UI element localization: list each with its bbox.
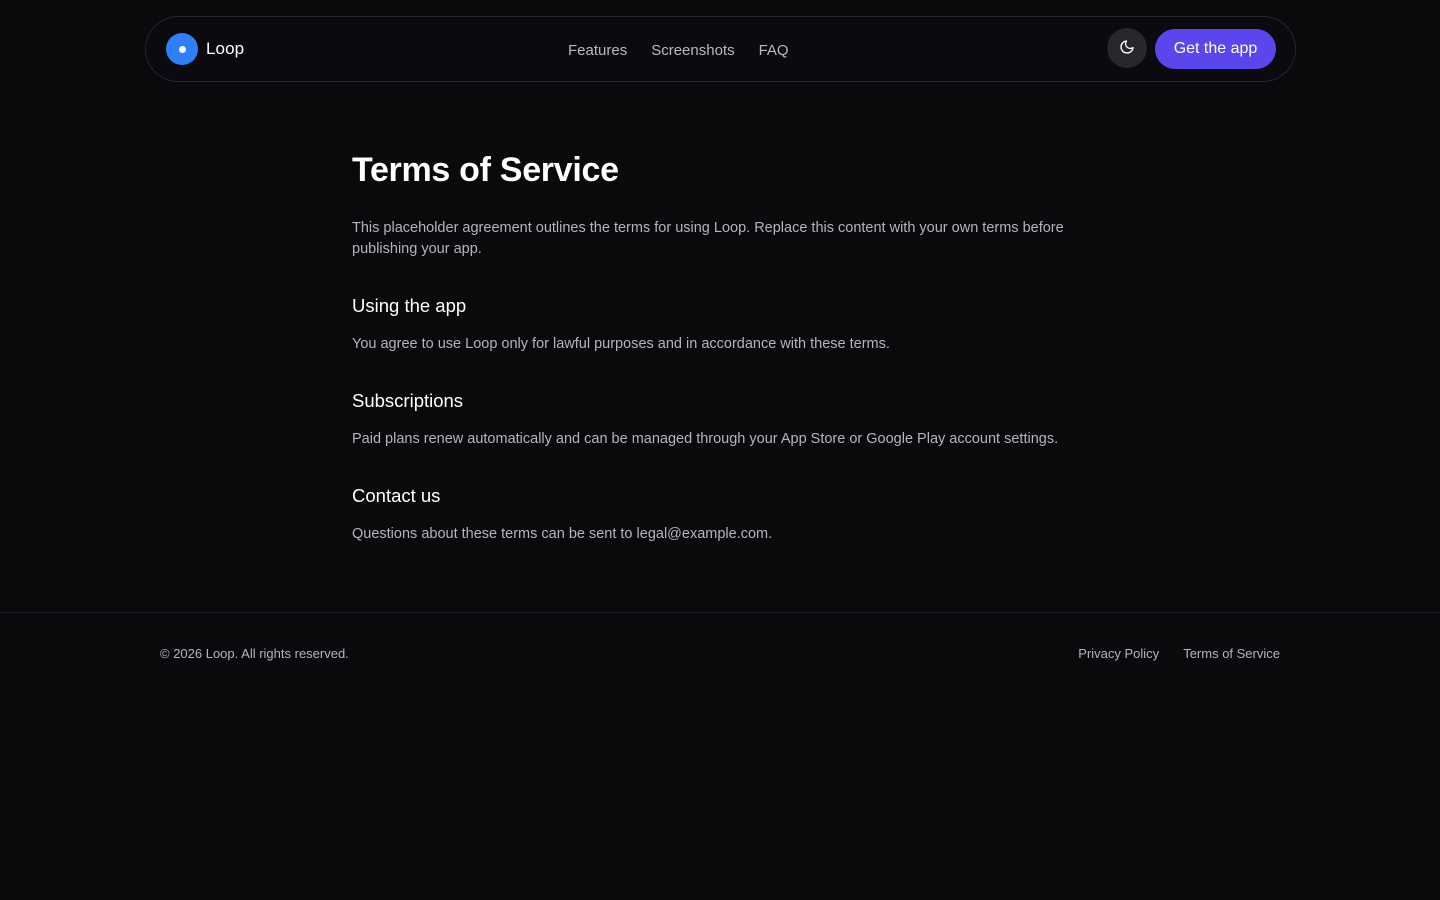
section-using-the-app: Using the app You agree to use Loop only… (352, 294, 1092, 355)
brand-home-link[interactable]: Loop (166, 33, 244, 65)
intro-paragraph: This placeholder agreement outlines the … (352, 220, 1064, 257)
page-title: Terms of Service (352, 151, 619, 189)
section-heading: Using the app (352, 295, 467, 316)
primary-nav: Features Screenshots FAQ (568, 17, 789, 83)
footer-link-privacy-policy[interactable]: Privacy Policy (1078, 646, 1159, 661)
section-heading: Subscriptions (352, 390, 464, 411)
nav-link-faq[interactable]: FAQ (759, 42, 789, 59)
copyright-text: © 2026 Loop. All rights reserved. (160, 646, 349, 661)
nav-link-screenshots[interactable]: Screenshots (651, 42, 734, 59)
section-contact-us: Contact us Questions about these terms c… (352, 484, 1092, 545)
footer-links: Privacy Policy Terms of Service (1078, 646, 1280, 661)
get-the-app-button[interactable]: Get the app (1155, 29, 1276, 69)
theme-toggle-button[interactable] (1107, 28, 1147, 68)
loop-logo-icon (166, 33, 198, 65)
site-footer: © 2026 Loop. All rights reserved. Privac… (0, 612, 1440, 696)
section-body: Questions about these terms can be sent … (352, 526, 773, 542)
top-navbar: Loop Features Screenshots FAQ Get the ap… (145, 16, 1296, 82)
logo-dot (178, 45, 186, 53)
section-heading: Contact us (352, 485, 441, 506)
brand-name: Loop (206, 39, 245, 58)
nav-link-features[interactable]: Features (568, 42, 627, 59)
footer-link-terms-of-service[interactable]: Terms of Service (1183, 646, 1280, 661)
section-body: You agree to use Loop only for lawful pu… (352, 336, 890, 352)
moon-icon (1119, 39, 1135, 58)
section-subscriptions: Subscriptions Paid plans renew automatic… (352, 389, 1092, 450)
terms-content: Terms of Service This placeholder agreem… (352, 150, 1092, 545)
section-body: Paid plans renew automatically and can b… (352, 431, 1059, 447)
